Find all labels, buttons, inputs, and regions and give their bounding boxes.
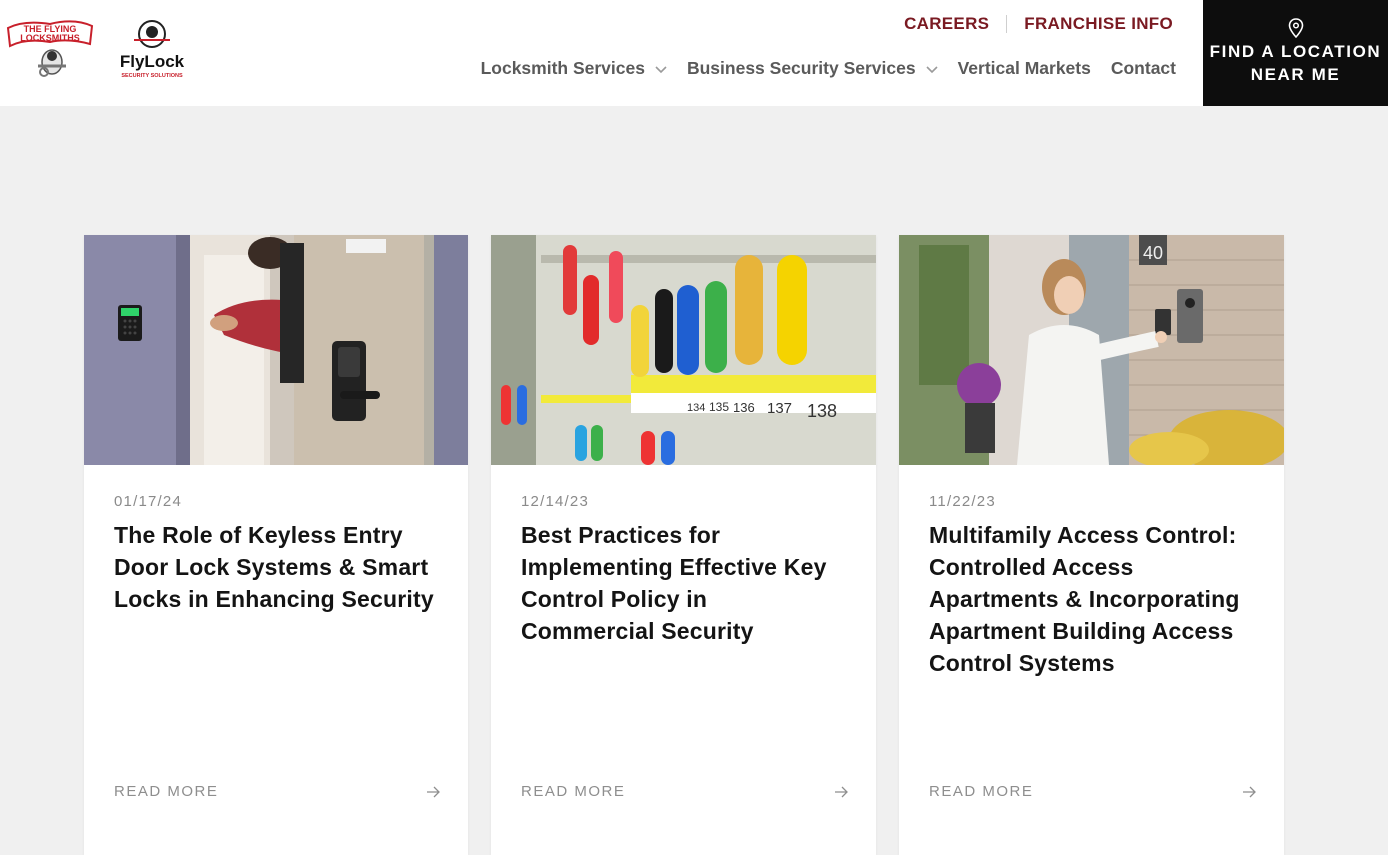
post-date: 12/14/23 xyxy=(521,493,589,510)
post-date: 11/22/23 xyxy=(929,493,996,510)
franchise-info-link[interactable]: FRANCHISE INFO xyxy=(1024,14,1173,34)
arrow-right-icon xyxy=(427,786,440,797)
nav-label: Contact xyxy=(1110,58,1176,78)
tag-number: 138 xyxy=(807,401,837,421)
flylock-tagline: SECURITY SOLUTIONS xyxy=(121,73,183,79)
tag-number: 137 xyxy=(767,400,792,417)
read-more-label: READ MORE xyxy=(114,783,219,800)
key-cabinet-photo[interactable]: 134 135 136 137 138 xyxy=(491,235,876,465)
arrow-right-icon xyxy=(1243,786,1256,797)
flylock-wordmark: FlyLock xyxy=(120,52,185,71)
keyless-door-lock-photo[interactable] xyxy=(84,235,468,465)
access-control-photo[interactable]: 40 xyxy=(899,235,1284,465)
arrow-right-icon xyxy=(835,786,848,797)
post-title[interactable]: Multifamily Access Control: Controlled A… xyxy=(929,519,1254,679)
read-more-link[interactable]: READ MORE xyxy=(114,783,440,800)
site-header: THE FLYING LOCKSMITHS FlyLock SECURITY S… xyxy=(0,0,1388,106)
post-title[interactable]: The Role of Keyless Entry Door Lock Syst… xyxy=(114,519,438,615)
read-more-label: READ MORE xyxy=(929,783,1034,800)
blog-card[interactable]: 01/17/24 The Role of Keyless Entry Door … xyxy=(84,235,468,855)
nav-business-security-services[interactable]: Business Security Services xyxy=(687,58,938,79)
main-nav: Locksmith Services Business Security Ser… xyxy=(481,58,1176,79)
blog-cards: 01/17/24 The Role of Keyless Entry Door … xyxy=(84,235,1284,855)
read-more-link[interactable]: READ MORE xyxy=(929,783,1256,800)
utility-nav: CAREERS FRANCHISE INFO xyxy=(904,14,1173,34)
nav-label: Locksmith Services xyxy=(480,58,645,78)
nav-vertical-markets[interactable]: Vertical Markets xyxy=(958,58,1091,79)
nav-locksmith-services[interactable]: Locksmith Services xyxy=(481,58,667,79)
map-pin-icon xyxy=(1288,18,1303,38)
blog-card[interactable]: 134 135 136 137 138 12/14/23 Best Practi… xyxy=(491,235,876,855)
blog-card[interactable]: 40 11/22/23 Multifamily Access Control: … xyxy=(899,235,1284,855)
chevron-down-icon xyxy=(926,65,938,73)
cta-line1: FIND A LOCATION xyxy=(1209,42,1382,61)
flying-locksmiths-logo[interactable]: THE FLYING LOCKSMITHS xyxy=(4,18,96,80)
building-number: 40 xyxy=(1143,243,1163,263)
tag-number: 135 xyxy=(709,400,729,414)
flylock-logo[interactable]: FlyLock SECURITY SOLUTIONS xyxy=(112,18,192,82)
cta-line2: NEAR ME xyxy=(1250,65,1341,84)
chevron-down-icon xyxy=(655,65,667,73)
divider xyxy=(1006,15,1008,33)
post-title[interactable]: Best Practices for Implementing Effectiv… xyxy=(521,519,846,647)
nav-label: Vertical Markets xyxy=(957,58,1091,78)
nav-contact[interactable]: Contact xyxy=(1111,58,1176,79)
tag-number: 136 xyxy=(733,400,755,415)
logo-text-line2: LOCKSMITHS xyxy=(20,33,80,43)
nav-label: Business Security Services xyxy=(686,58,916,78)
careers-link[interactable]: CAREERS xyxy=(904,14,989,34)
read-more-link[interactable]: READ MORE xyxy=(521,783,848,800)
tag-number: 134 xyxy=(687,402,705,414)
find-location-button[interactable]: FIND A LOCATION NEAR ME xyxy=(1203,0,1388,106)
read-more-label: READ MORE xyxy=(521,783,626,800)
post-date: 01/17/24 xyxy=(114,493,182,510)
